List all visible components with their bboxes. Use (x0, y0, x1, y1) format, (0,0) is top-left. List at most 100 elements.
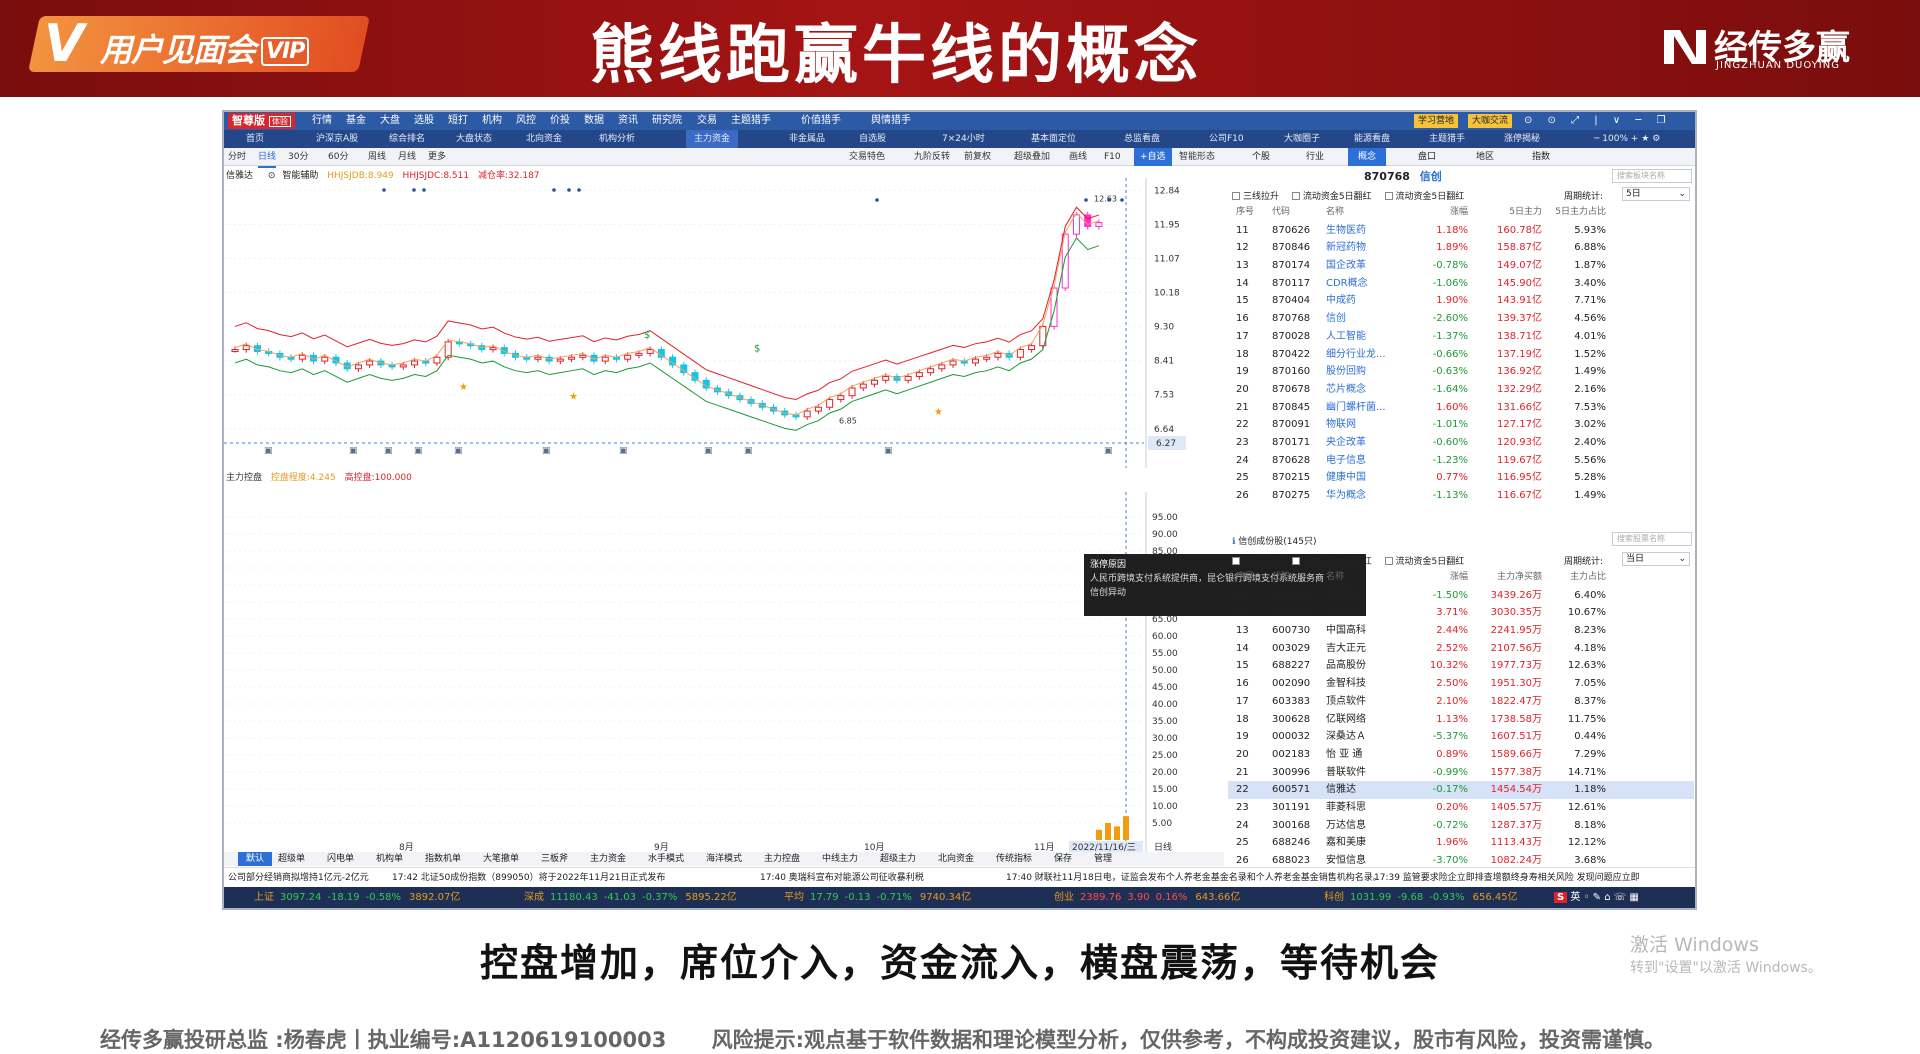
menu-item-12[interactable]: 主题猎手 (731, 112, 771, 130)
news-item-2[interactable]: 17:40 奥瑞科宣布对能源公司征收暴利税 (760, 868, 924, 887)
tab-6[interactable]: 主力资金 (686, 130, 739, 148)
right-tab-0[interactable]: 个股 (1252, 148, 1270, 166)
stock-row[interactable]: 15 688227 品高股份 10.32% 1977.73万 12.63% (1228, 657, 1694, 675)
concept-row[interactable]: 22 870091 物联网 -1.01% 127.17亿 3.02% (1228, 416, 1694, 434)
concept-cell-2[interactable]: 电子信息 (1326, 452, 1366, 470)
tool-0[interactable]: 交易特色 (849, 148, 885, 166)
news-item-0[interactable]: 公司部分经销商拟增持1亿元-2亿元 (228, 868, 369, 887)
stock-cell-2[interactable]: 吉大正元 (1326, 640, 1366, 658)
period-2[interactable]: 30分 (288, 148, 308, 166)
event-icon[interactable]: ▣ (884, 446, 893, 456)
period-6[interactable]: 更多 (428, 148, 446, 166)
filter-3[interactable]: 流动资金5日翻红 (1384, 192, 1464, 202)
sub-tab-3[interactable]: 机构单 (376, 852, 403, 866)
index-1[interactable]: 深成 11180.43 -41.03 -0.37% 5895.22亿 (524, 887, 737, 908)
index-3[interactable]: 创业 2389.76 3.90 0.16% 643.66亿 (1054, 887, 1240, 908)
tab-14[interactable]: 能源看盘 (1354, 130, 1390, 148)
tab-4[interactable]: 北向资金 (526, 130, 562, 148)
stock-row[interactable]: 19 000032 深桑达Ａ -5.37% 1607.51万 0.44% (1228, 728, 1694, 746)
tool-7[interactable]: 智能形态 (1179, 148, 1215, 166)
tab-5[interactable]: 机构分析 (599, 130, 635, 148)
concept-row[interactable]: 13 870174 国企改革 -0.78% 149.07亿 1.87% (1228, 257, 1694, 275)
expert-exchange-button[interactable]: 大咖交流 (1468, 114, 1513, 128)
stock-row[interactable]: 12 002583 海能达 3.71% 3030.35万 10.67% (1228, 604, 1694, 622)
zoom-level[interactable]: ─ 100% + ★ ⚙ (1594, 130, 1660, 148)
concept-header-2[interactable]: 名称 (1326, 204, 1344, 222)
sub-tab-9[interactable]: 海洋模式 (706, 852, 742, 866)
stock-row[interactable]: 16 002090 金智科技 2.50% 1951.30万 7.05% (1228, 675, 1694, 693)
period-0[interactable]: 分时 (228, 148, 246, 166)
stock-row[interactable]: 11 301308 江波龙 -1.50% 3439.26万 6.40% (1228, 587, 1694, 605)
news-item-3[interactable]: 17:40 财联社11月18日电，证监会发布个人养老金基金名录和个人养老金基金销… (1006, 868, 1382, 887)
index-4[interactable]: 科创 1031.99 -9.68 -0.93% 656.45亿 (1324, 887, 1518, 908)
sub-tab-2[interactable]: 闪电单 (327, 852, 354, 866)
menu-item-8[interactable]: 数据 (584, 112, 604, 130)
concept-cell-2[interactable]: CDR概念 (1326, 275, 1368, 293)
concept-search-input[interactable]: 搜索板块名称 (1612, 169, 1692, 183)
concept-header-1[interactable]: 代码 (1272, 204, 1290, 222)
concept-row[interactable]: 11 870626 生物医药 1.18% 160.78亿 5.93% (1228, 222, 1694, 240)
stock-cell-2[interactable]: 信雅达 (1326, 781, 1356, 799)
stock-cell-2[interactable]: 亿联网络 (1326, 711, 1366, 729)
concept-cell-2[interactable]: 国企改革 (1326, 257, 1366, 275)
concept-row[interactable]: 24 870628 电子信息 -1.23% 119.67亿 5.56% (1228, 452, 1694, 470)
menu-item-7[interactable]: 价投 (550, 112, 570, 130)
concept-header-3[interactable]: 涨幅 (1418, 204, 1468, 222)
menu-item-13[interactable]: 价值猎手 (801, 112, 841, 130)
event-icon[interactable]: ▣ (744, 446, 753, 456)
tool-4[interactable]: 画线 (1069, 148, 1087, 166)
concept-cell-2[interactable]: 股份回购 (1326, 363, 1366, 381)
menu-item-14[interactable]: 舆情猎手 (871, 112, 911, 130)
stock-cell-2[interactable]: 中国高科 (1326, 622, 1366, 640)
stock-header-3[interactable]: 涨幅 (1418, 569, 1468, 587)
event-icon[interactable]: ▣ (264, 446, 273, 456)
stock-row[interactable]: 23 301191 菲菱科思 0.20% 1405.57万 12.61% (1228, 799, 1694, 817)
stock-cell-2[interactable]: 普联软件 (1326, 764, 1366, 782)
kline-chart[interactable]: 12.84 11.95 11.07 10.18 9.30 8.41 7.53 6.64 6.27… (224, 178, 1224, 468)
event-icon[interactable]: ▣ (619, 446, 628, 456)
sub-tab-11[interactable]: 中线主力 (822, 852, 858, 866)
right-tab-2[interactable]: 概念 (1348, 148, 1387, 166)
stock-row[interactable]: 21 300996 普联软件 -0.99% 1577.38万 14.71% (1228, 764, 1694, 782)
concept-row[interactable]: 25 870215 健康中国 0.77% 116.95亿 5.28% (1228, 469, 1694, 487)
tab-8[interactable]: 自选股 (859, 130, 886, 148)
axis-mode[interactable]: 日线 (1154, 841, 1172, 852)
sub-tab-4[interactable]: 指数机单 (425, 852, 461, 866)
stock-cell-2[interactable]: 嘉和美康 (1326, 834, 1366, 852)
concept-row[interactable]: 23 870171 央企改革 -0.60% 120.93亿 2.40% (1228, 434, 1694, 452)
event-icon[interactable]: ▣ (1104, 446, 1113, 456)
stock-header-2[interactable]: 名称 (1326, 569, 1344, 587)
checkbox-icon[interactable] (1291, 557, 1300, 565)
filter-1[interactable]: 三线拉升 (1232, 192, 1279, 202)
sub-tab-1[interactable]: 超级单 (278, 852, 305, 866)
concept-row[interactable]: 14 870117 CDR概念 -1.06% 145.90亿 3.40% (1228, 275, 1694, 293)
sfilter-1[interactable]: 三线拉升 (1232, 557, 1279, 567)
stock-header-1[interactable]: 代码 (1272, 569, 1290, 587)
news-item-1[interactable]: 17:42 北证50成份指数（899050）将于2022年11月21日正式发布 (392, 868, 665, 887)
menu-item-0[interactable]: 行情 (312, 112, 332, 130)
menu-item-10[interactable]: 研究院 (652, 112, 682, 130)
concept-header-0[interactable]: 序号 (1236, 204, 1254, 222)
tab-9[interactable]: 7×24小时 (942, 130, 985, 148)
concept-cell-2[interactable]: 细分行业龙... (1326, 346, 1386, 364)
menu-item-1[interactable]: 基金 (346, 112, 366, 130)
checkbox-icon[interactable] (1232, 557, 1240, 565)
sub-tab-14[interactable]: 传统指标 (996, 852, 1032, 866)
concept-header-4[interactable]: 5日主力 (1476, 204, 1542, 222)
tab-11[interactable]: 总监看盘 (1124, 130, 1160, 148)
tool-5[interactable]: F10 (1104, 148, 1121, 166)
concept-cell-2[interactable]: 新冠药物 (1326, 239, 1366, 257)
tab-16[interactable]: 涨停揭秘 (1504, 130, 1540, 148)
menu-item-9[interactable]: 资讯 (618, 112, 638, 130)
stock-row[interactable]: 14 003029 吉大正元 2.52% 2107.56万 4.18% (1228, 640, 1694, 658)
menu-item-2[interactable]: 大盘 (380, 112, 400, 130)
tool-3[interactable]: 超级叠加 (1014, 148, 1050, 166)
concept-row[interactable]: 16 870768 信创 -2.60% 139.37亿 4.56% (1228, 310, 1694, 328)
tab-0[interactable]: 首页 (246, 130, 264, 148)
index-2[interactable]: 平均 17.79 -0.13 -0.71% 9740.34亿 (784, 887, 971, 908)
concept-row[interactable]: 18 870422 细分行业龙... -0.66% 137.19亿 1.52% (1228, 346, 1694, 364)
stock-cell-2[interactable]: 万达信息 (1326, 817, 1366, 835)
menu-item-5[interactable]: 机构 (482, 112, 502, 130)
stock-cell-2[interactable]: 海能达 (1326, 604, 1356, 622)
tool-1[interactable]: 九阶反转 (914, 148, 950, 166)
